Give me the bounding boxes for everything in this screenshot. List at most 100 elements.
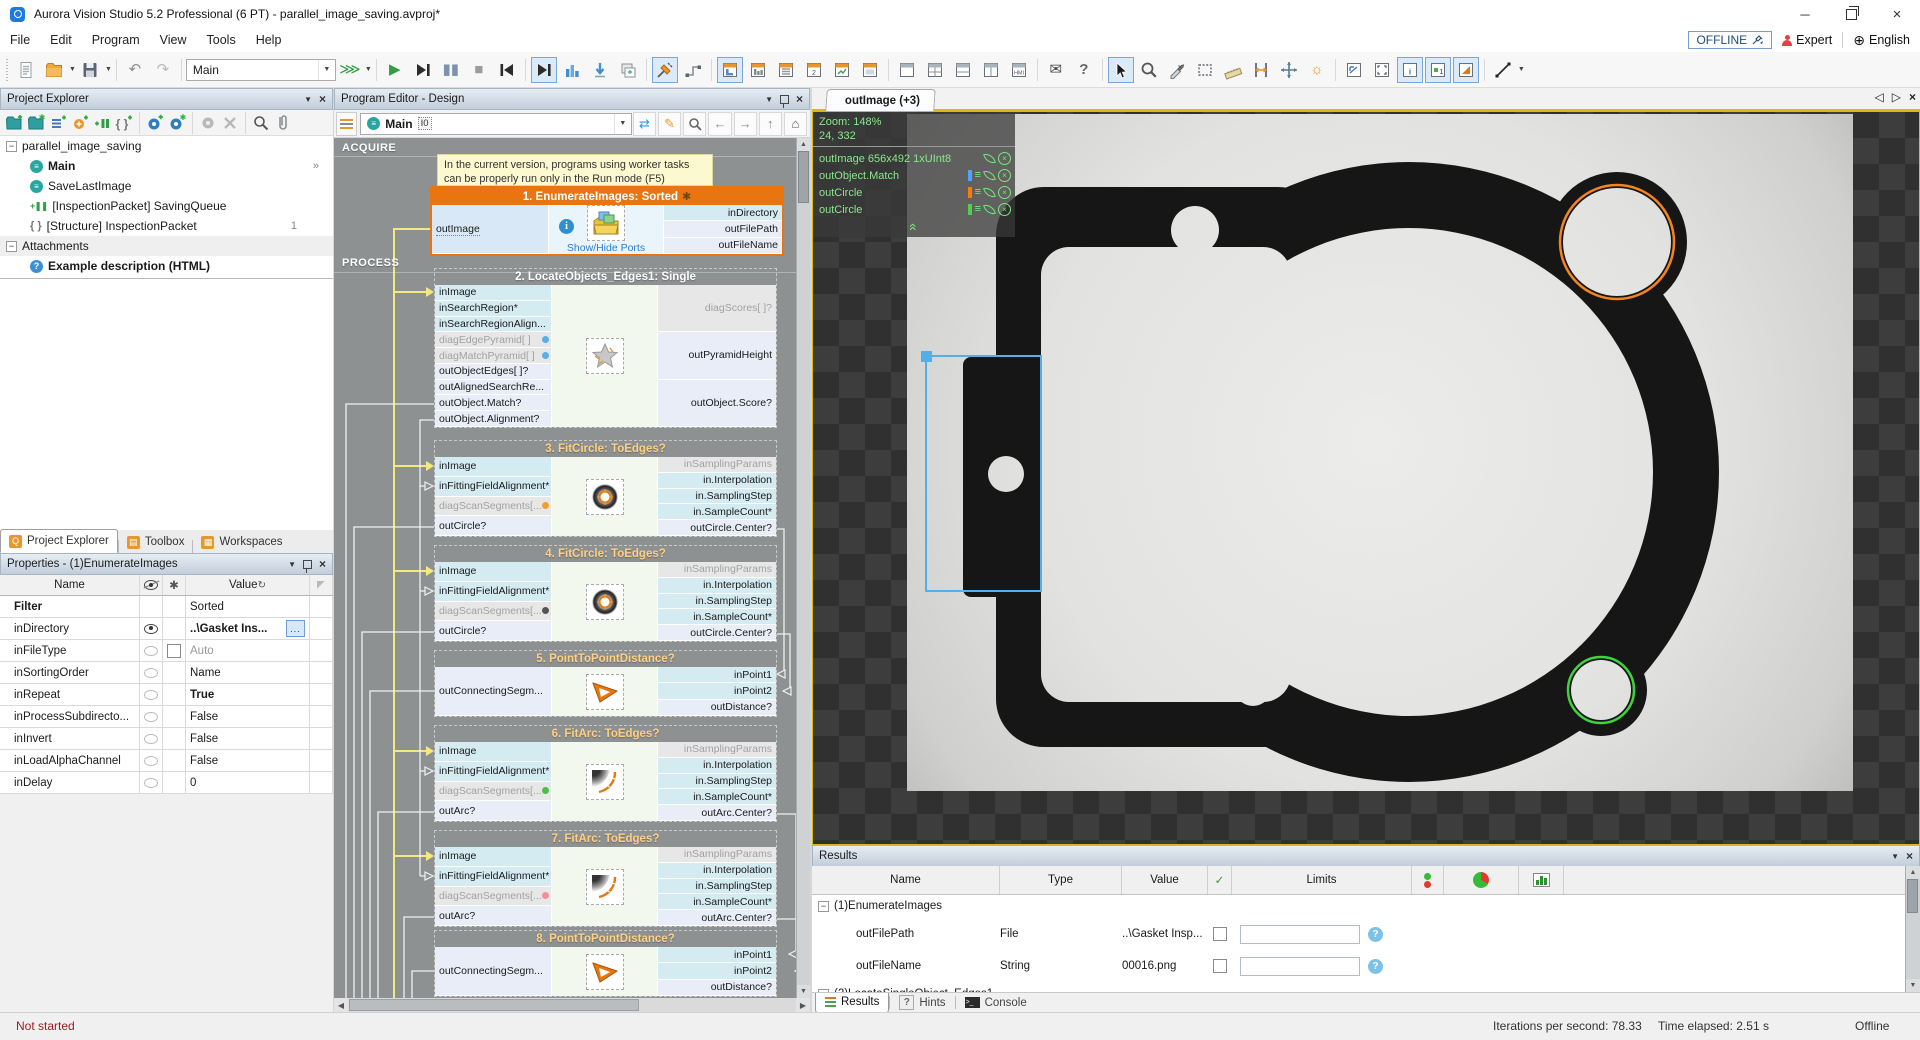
- menu-edit[interactable]: Edit: [40, 28, 82, 52]
- slideshow-button[interactable]: [531, 57, 557, 83]
- visibility-toggle[interactable]: [140, 618, 163, 639]
- tab-console[interactable]: >_Console: [956, 993, 1036, 1012]
- port-inPoint1[interactable]: inPoint1: [658, 667, 776, 683]
- view-index-button[interactable]: 1: [1425, 57, 1451, 83]
- port-inFittingFieldAlignment[interactable]: inFittingFieldAlignment*: [435, 477, 551, 497]
- tree-item--structure-inspectionpacket[interactable]: { }[Structure] InspectionPacket1: [0, 216, 333, 236]
- macrofilter-selector[interactable]: ≡ Main I0 ▼: [360, 113, 632, 135]
- item-properties-button[interactable]: [197, 112, 219, 134]
- filter-block-7[interactable]: 7. FitArc: ToEdges?inImageinFittingField…: [434, 830, 777, 927]
- expander-icon[interactable]: −: [6, 141, 17, 152]
- column-type[interactable]: Type: [1000, 866, 1122, 894]
- offline-button[interactable]: OFFLINE: [1688, 31, 1772, 49]
- port-diagEdgePyramid[interactable]: diagEdgePyramid[ ]: [435, 332, 551, 348]
- column-pie-icon[interactable]: [1444, 866, 1519, 894]
- port-outObjectScore[interactable]: outObject.Score?: [658, 380, 776, 427]
- visibility-toggle[interactable]: [140, 750, 163, 771]
- chevron-down-icon[interactable]: ▼: [614, 114, 631, 134]
- collapse-overlay-icon[interactable]: «: [906, 219, 922, 235]
- limit-checkbox[interactable]: [1213, 927, 1227, 941]
- port-outCircleCenter[interactable]: outCircle.Center?: [658, 520, 776, 536]
- layer-menu-icon[interactable]: ≡: [975, 187, 981, 198]
- visibility-toggle[interactable]: [140, 728, 163, 749]
- add-structure-button[interactable]: { }: [113, 112, 135, 134]
- region-tool-button[interactable]: [1192, 57, 1218, 83]
- port-outCircle[interactable]: outCircle?: [435, 621, 551, 641]
- panel-menu-icon[interactable]: ▼: [765, 95, 773, 104]
- menu-view[interactable]: View: [150, 28, 197, 52]
- program-selector[interactable]: Main▼: [186, 59, 336, 81]
- statistics-button[interactable]: [559, 57, 585, 83]
- port-outConnectingSegm[interactable]: outConnectingSegm...: [435, 947, 551, 996]
- scroll-right-icon[interactable]: ▶: [796, 998, 810, 1012]
- tree-item-savelastimage[interactable]: ≡SaveLastImage: [0, 176, 333, 196]
- preview-window-4-button[interactable]: 2: [801, 57, 827, 83]
- results-scrollbar[interactable]: ▲ ▼: [1905, 866, 1920, 992]
- port-outArc[interactable]: outArc?: [435, 801, 551, 821]
- color-picker-tool-button[interactable]: [1164, 57, 1190, 83]
- view-fit-button[interactable]: [1341, 57, 1367, 83]
- visibility-toggle[interactable]: [140, 662, 163, 683]
- block-title[interactable]: 8. PointToPointDistance?: [435, 931, 776, 947]
- tree-item-parallel-image-saving[interactable]: −parallel_image_saving: [0, 136, 333, 156]
- port-inFittingFieldAlignment[interactable]: inFittingFieldAlignment*: [435, 867, 551, 887]
- editor-menu-button[interactable]: [336, 112, 357, 136]
- add-queue-button[interactable]: [91, 112, 113, 134]
- filter-icon-ruler[interactable]: [586, 674, 624, 710]
- property-row-inloadalphachannel[interactable]: inLoadAlphaChannelFalse: [0, 750, 333, 772]
- scroll-thumb[interactable]: [1907, 879, 1918, 913]
- port-diagScores[interactable]: diagScores[ ]?: [658, 285, 776, 332]
- port-inPoint2[interactable]: inPoint2: [658, 683, 776, 699]
- undo-button[interactable]: ↶: [122, 57, 148, 83]
- filter-icon-ruler[interactable]: [586, 954, 624, 990]
- port-outCircleCenter[interactable]: outCircle.Center?: [658, 625, 776, 641]
- port-outObjectAlignment[interactable]: outObject.Alignment?: [435, 411, 551, 427]
- overlay-layer-2[interactable]: outCircle≡×: [813, 184, 1015, 201]
- column-visibility[interactable]: [140, 575, 163, 595]
- add-macrofilter-variant-button[interactable]: ✱: [25, 112, 47, 134]
- filter-block-4[interactable]: 4. FitCircle: ToEdges?inImageinFittingFi…: [434, 545, 777, 642]
- port-outImage[interactable]: outImage: [432, 205, 548, 254]
- scroll-left-icon[interactable]: ◀: [334, 998, 348, 1012]
- panel-close-icon[interactable]: ×: [319, 557, 326, 571]
- property-value[interactable]: Name: [186, 662, 310, 683]
- port-outObjectMatch[interactable]: outObject.Match?: [435, 395, 551, 411]
- scroll-down-icon[interactable]: ▼: [1906, 979, 1920, 992]
- port-inSamplingParams[interactable]: inSamplingParams: [658, 847, 776, 863]
- scroll-up-icon[interactable]: ▲: [1906, 866, 1920, 879]
- port-diagMatchPyramid[interactable]: diagMatchPyramid[ ]: [435, 348, 551, 364]
- visibility-toggle[interactable]: [140, 640, 163, 661]
- column-status-icon[interactable]: [1412, 866, 1444, 894]
- tab-workspaces[interactable]: ▦Workspaces: [193, 531, 290, 553]
- view-overlay-button[interactable]: [1453, 57, 1479, 83]
- property-row-indirectory[interactable]: inDirectory..\Gasket Ins......: [0, 618, 333, 640]
- minimize-button[interactable]: ─: [1782, 0, 1828, 28]
- block-title[interactable]: 2. LocateObjects_Edges1: Single: [435, 269, 776, 285]
- info-icon[interactable]: i: [559, 219, 574, 234]
- panel-close-icon[interactable]: ×: [1906, 849, 1913, 863]
- port-inSampleCount[interactable]: in.SampleCount*: [658, 894, 776, 910]
- property-value[interactable]: ..\Gasket Ins......: [186, 618, 310, 639]
- pause-button[interactable]: ▮▮: [438, 57, 464, 83]
- menu-tools[interactable]: Tools: [197, 28, 246, 52]
- home-button[interactable]: ⌂: [784, 112, 807, 136]
- column-tag[interactable]: [310, 575, 333, 595]
- column-limits[interactable]: Limits: [1232, 866, 1412, 894]
- block-title[interactable]: 6. FitArc: ToEdges?: [435, 726, 776, 742]
- port-outDistance[interactable]: outDistance?: [658, 980, 776, 996]
- port-outPyramidHeight[interactable]: outPyramidHeight: [658, 332, 776, 379]
- layer-opacity-icon[interactable]: [983, 152, 996, 165]
- port-inImage[interactable]: inImage: [435, 285, 551, 301]
- layout-quad-button[interactable]: [922, 57, 948, 83]
- column-settings[interactable]: ✱: [163, 575, 186, 595]
- help-icon[interactable]: ?: [1368, 927, 1383, 942]
- show-hide-ports-link[interactable]: Show/Hide Ports: [567, 242, 645, 254]
- tree-item-example-description-html-[interactable]: ?Example description (HTML): [0, 256, 333, 276]
- port-inInterpolation[interactable]: in.Interpolation: [658, 758, 776, 774]
- ruler-tool-button[interactable]: [1220, 57, 1246, 83]
- block-title[interactable]: 3. FitCircle: ToEdges?: [435, 441, 776, 457]
- tab-results[interactable]: Results: [815, 993, 889, 1013]
- delete-item-button[interactable]: [219, 112, 241, 134]
- filter-icon-arc[interactable]: [586, 764, 624, 800]
- attachments-button[interactable]: [272, 112, 294, 134]
